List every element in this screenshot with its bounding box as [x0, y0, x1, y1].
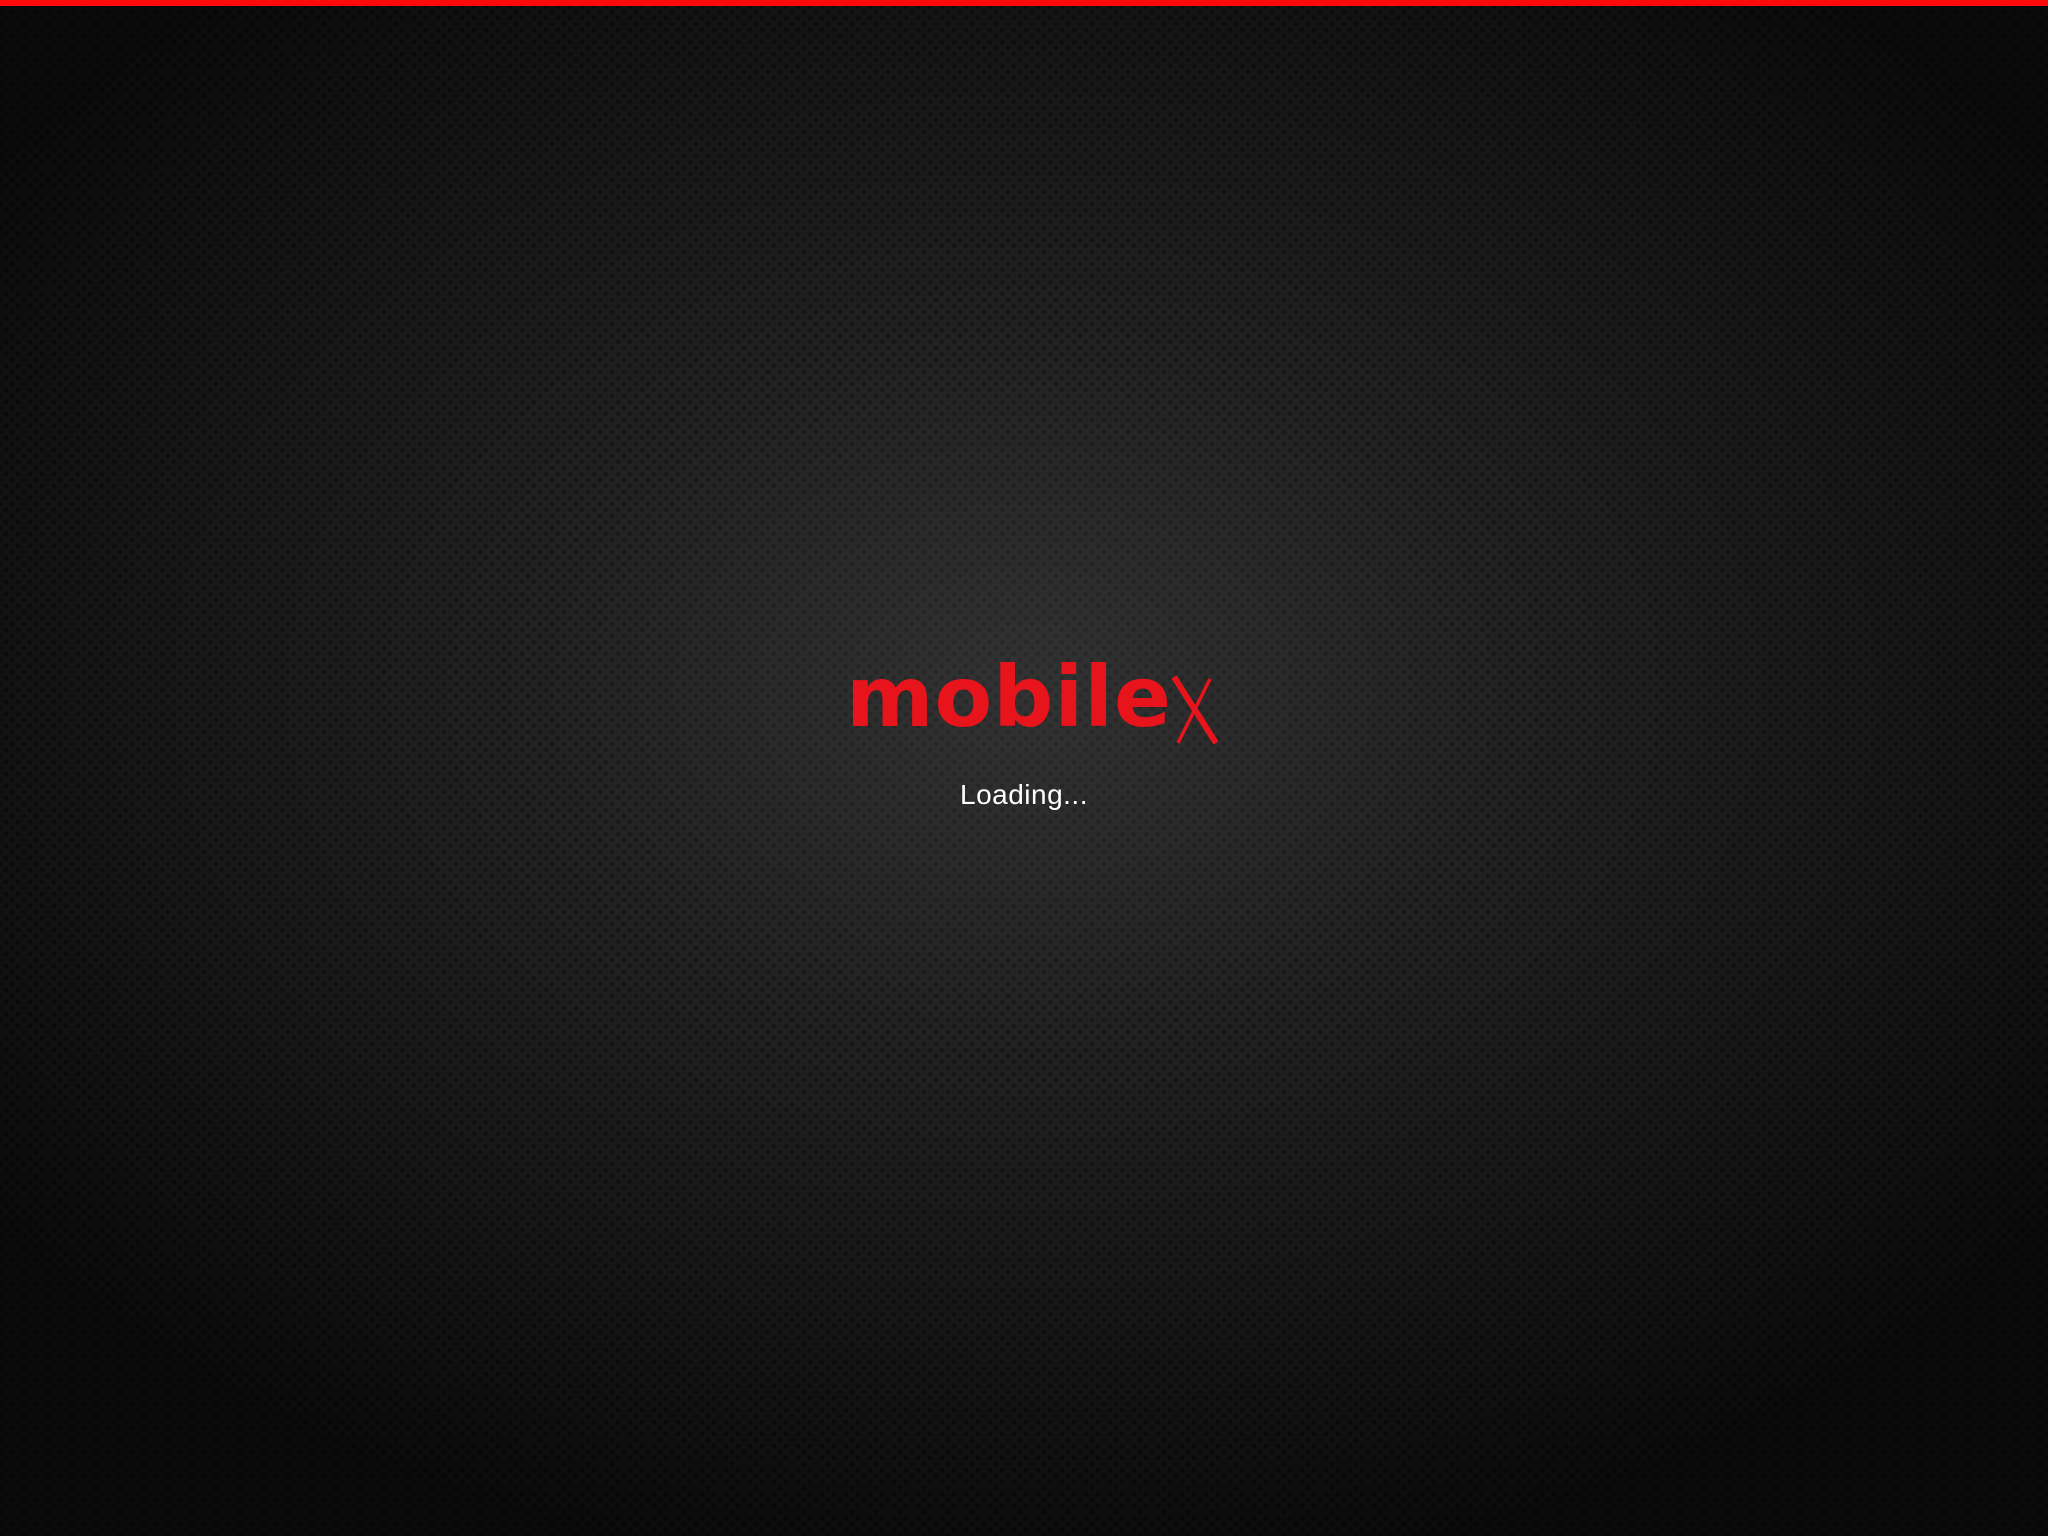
- mobilex-logo: mobile: [846, 655, 1222, 745]
- loading-text: Loading...: [960, 779, 1088, 810]
- logo-x-glyph: [1171, 675, 1219, 745]
- splash-content: mobile Loading...: [0, 655, 2048, 811]
- top-accent-bar: [0, 0, 2048, 6]
- logo-wordmark: mobile: [846, 648, 1172, 746]
